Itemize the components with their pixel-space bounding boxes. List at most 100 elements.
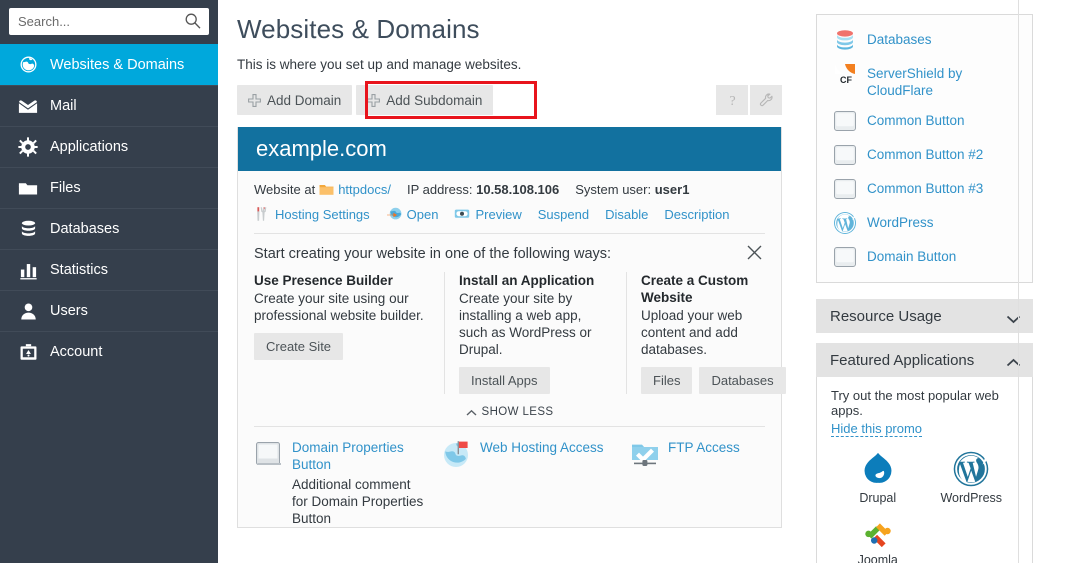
folder-check-icon xyxy=(630,439,660,469)
disable-link[interactable]: Disable xyxy=(605,207,648,222)
suspend-link[interactable]: Suspend xyxy=(538,207,589,222)
install-apps-button[interactable]: Install Apps xyxy=(459,367,550,394)
column-buttons: Create Site xyxy=(254,333,430,360)
add-domain-button[interactable]: Add Domain xyxy=(237,85,352,115)
domain-button-link[interactable]: Domain Button xyxy=(867,249,956,264)
featured-app-joomla[interactable]: Joomla xyxy=(831,511,925,563)
domain-card: example.com Website at httpdocs/ xyxy=(237,127,782,528)
resource-usage-accordion: Resource Usage xyxy=(816,299,1033,333)
tool-label-wrap: Common Button #3 xyxy=(867,177,983,197)
domain-properties-link[interactable]: Domain Properties Button xyxy=(292,440,404,472)
ftp-access-link-item[interactable]: FTP Access xyxy=(630,439,740,527)
page-title: Websites & Domains xyxy=(237,14,782,45)
blank-button-icon xyxy=(254,439,284,469)
hosting-settings-action[interactable]: Hosting Settings xyxy=(254,206,370,222)
description-action[interactable]: Description xyxy=(664,207,729,222)
sidebar-item-applications[interactable]: Applications xyxy=(0,126,218,167)
sidebar-tool-domain-button[interactable]: Domain Button xyxy=(833,245,1018,269)
add-subdomain-label: Add Subdomain xyxy=(386,93,482,108)
domain-properties-link-item[interactable]: Domain Properties Button Additional comm… xyxy=(254,439,426,527)
featured-tip: Try out the most popular web apps. xyxy=(831,388,1018,418)
content-column: Websites & Domains This is where you set… xyxy=(218,0,800,563)
sidebar-item-label: Databases xyxy=(50,221,119,237)
help-button[interactable]: ? xyxy=(716,85,748,115)
sidebar-tool-servershield[interactable]: CF ServerShield by CloudFlare xyxy=(833,62,1018,99)
featured-app-wordpress[interactable]: WordPress xyxy=(925,449,1019,505)
sidebar-item-label: Mail xyxy=(50,98,77,114)
show-less-toggle[interactable]: SHOW LESS xyxy=(254,394,765,426)
hosting-settings-link[interactable]: Hosting Settings xyxy=(275,207,370,222)
servershield-link[interactable]: ServerShield by CloudFlare xyxy=(867,66,962,98)
featured-applications-accordion: Featured Applications Try out the most p… xyxy=(816,343,1033,563)
preview-action[interactable]: Preview xyxy=(454,206,521,222)
promo-title: Start creating your website in one of th… xyxy=(254,246,765,262)
sidebar-item-label: Account xyxy=(50,344,102,360)
sidebar-item-statistics[interactable]: Statistics xyxy=(0,249,218,290)
resource-usage-header[interactable]: Resource Usage xyxy=(816,299,1033,333)
sidebar-item-account[interactable]: Account xyxy=(0,331,218,372)
tools-panel: Databases CF ServerShield by CloudFlare xyxy=(816,14,1033,283)
suspend-action[interactable]: Suspend xyxy=(538,207,589,222)
briefcase-icon xyxy=(17,341,39,363)
domain-actions-row: Hosting Settings Open xyxy=(254,206,765,222)
blank-button-icon xyxy=(833,109,857,133)
globe-icon xyxy=(17,54,39,76)
sidebar-item-mail[interactable]: Mail xyxy=(0,85,218,126)
preview-link[interactable]: Preview xyxy=(475,207,521,222)
website-at-label: Website at xyxy=(254,182,315,197)
column-text: Create your site using our professional … xyxy=(254,290,430,324)
tool-label-wrap: WordPress xyxy=(867,211,934,231)
description-link[interactable]: Description xyxy=(664,207,729,222)
search-icon[interactable] xyxy=(185,13,201,29)
docroot-link[interactable]: httpdocs/ xyxy=(338,182,391,197)
folder-icon xyxy=(319,183,334,196)
preview-icon xyxy=(454,206,470,222)
databases-button[interactable]: Databases xyxy=(699,367,785,394)
sidebar-tool-common-button-2[interactable]: Common Button #2 xyxy=(833,143,1018,167)
ftp-access-link[interactable]: FTP Access xyxy=(668,440,740,455)
settings-button[interactable] xyxy=(750,85,782,115)
search-input[interactable] xyxy=(9,9,209,34)
wordpress-link[interactable]: WordPress xyxy=(867,215,934,230)
common-button-3-link[interactable]: Common Button #3 xyxy=(867,181,983,196)
featured-applications-body: Try out the most popular web apps. Hide … xyxy=(816,377,1033,563)
sidebar-tool-common-button[interactable]: Common Button xyxy=(833,109,1018,133)
user-icon xyxy=(17,300,39,322)
common-button-link[interactable]: Common Button xyxy=(867,113,965,128)
sidebar-item-users[interactable]: Users xyxy=(0,290,218,331)
domain-links-row: Domain Properties Button Additional comm… xyxy=(254,426,765,527)
cloudflare-icon: CF xyxy=(833,62,857,86)
plus-icon xyxy=(248,94,261,107)
add-subdomain-button[interactable]: Add Subdomain xyxy=(356,85,493,115)
column-text: Create your site by installing a web app… xyxy=(459,290,612,358)
open-action[interactable]: Open xyxy=(386,206,439,222)
right-sidebar: Databases CF ServerShield by CloudFlare xyxy=(800,0,1053,563)
content-divider xyxy=(1018,0,1019,563)
hide-promo-link[interactable]: Hide this promo xyxy=(831,421,922,437)
sidebar-item-websites-and-domains[interactable]: Websites & Domains xyxy=(0,44,218,85)
disable-action[interactable]: Disable xyxy=(605,207,648,222)
tool-label-wrap: Databases xyxy=(867,28,932,48)
featured-applications-header[interactable]: Featured Applications xyxy=(816,343,1033,377)
sidebar-item-databases[interactable]: Databases xyxy=(0,208,218,249)
sidebar-item-files[interactable]: Files xyxy=(0,167,218,208)
create-site-button[interactable]: Create Site xyxy=(254,333,343,360)
featured-app-drupal[interactable]: Drupal xyxy=(831,449,925,505)
sidebar-tool-common-button-3[interactable]: Common Button #3 xyxy=(833,177,1018,201)
databases-link[interactable]: Databases xyxy=(867,32,932,47)
web-hosting-access-link-item[interactable]: Web Hosting Access xyxy=(442,439,614,527)
app-name: WordPress xyxy=(925,491,1019,505)
chevron-up-icon xyxy=(466,408,477,416)
question-mark-icon: ? xyxy=(724,92,741,109)
sidebar-tool-wordpress[interactable]: WordPress xyxy=(833,211,1018,235)
common-button-2-link[interactable]: Common Button #2 xyxy=(867,147,983,162)
column-buttons: Files Databases xyxy=(641,367,790,394)
sidebar-tool-databases[interactable]: Databases xyxy=(833,28,1018,52)
search-box[interactable] xyxy=(9,8,209,35)
close-icon[interactable] xyxy=(746,244,763,261)
files-button[interactable]: Files xyxy=(641,367,692,394)
web-hosting-access-link[interactable]: Web Hosting Access xyxy=(480,440,604,455)
open-link[interactable]: Open xyxy=(407,207,439,222)
page-toolbar: Add Domain Add Subdomain xyxy=(237,85,782,115)
main-sidebar: Websites & Domains Mail xyxy=(0,0,218,563)
